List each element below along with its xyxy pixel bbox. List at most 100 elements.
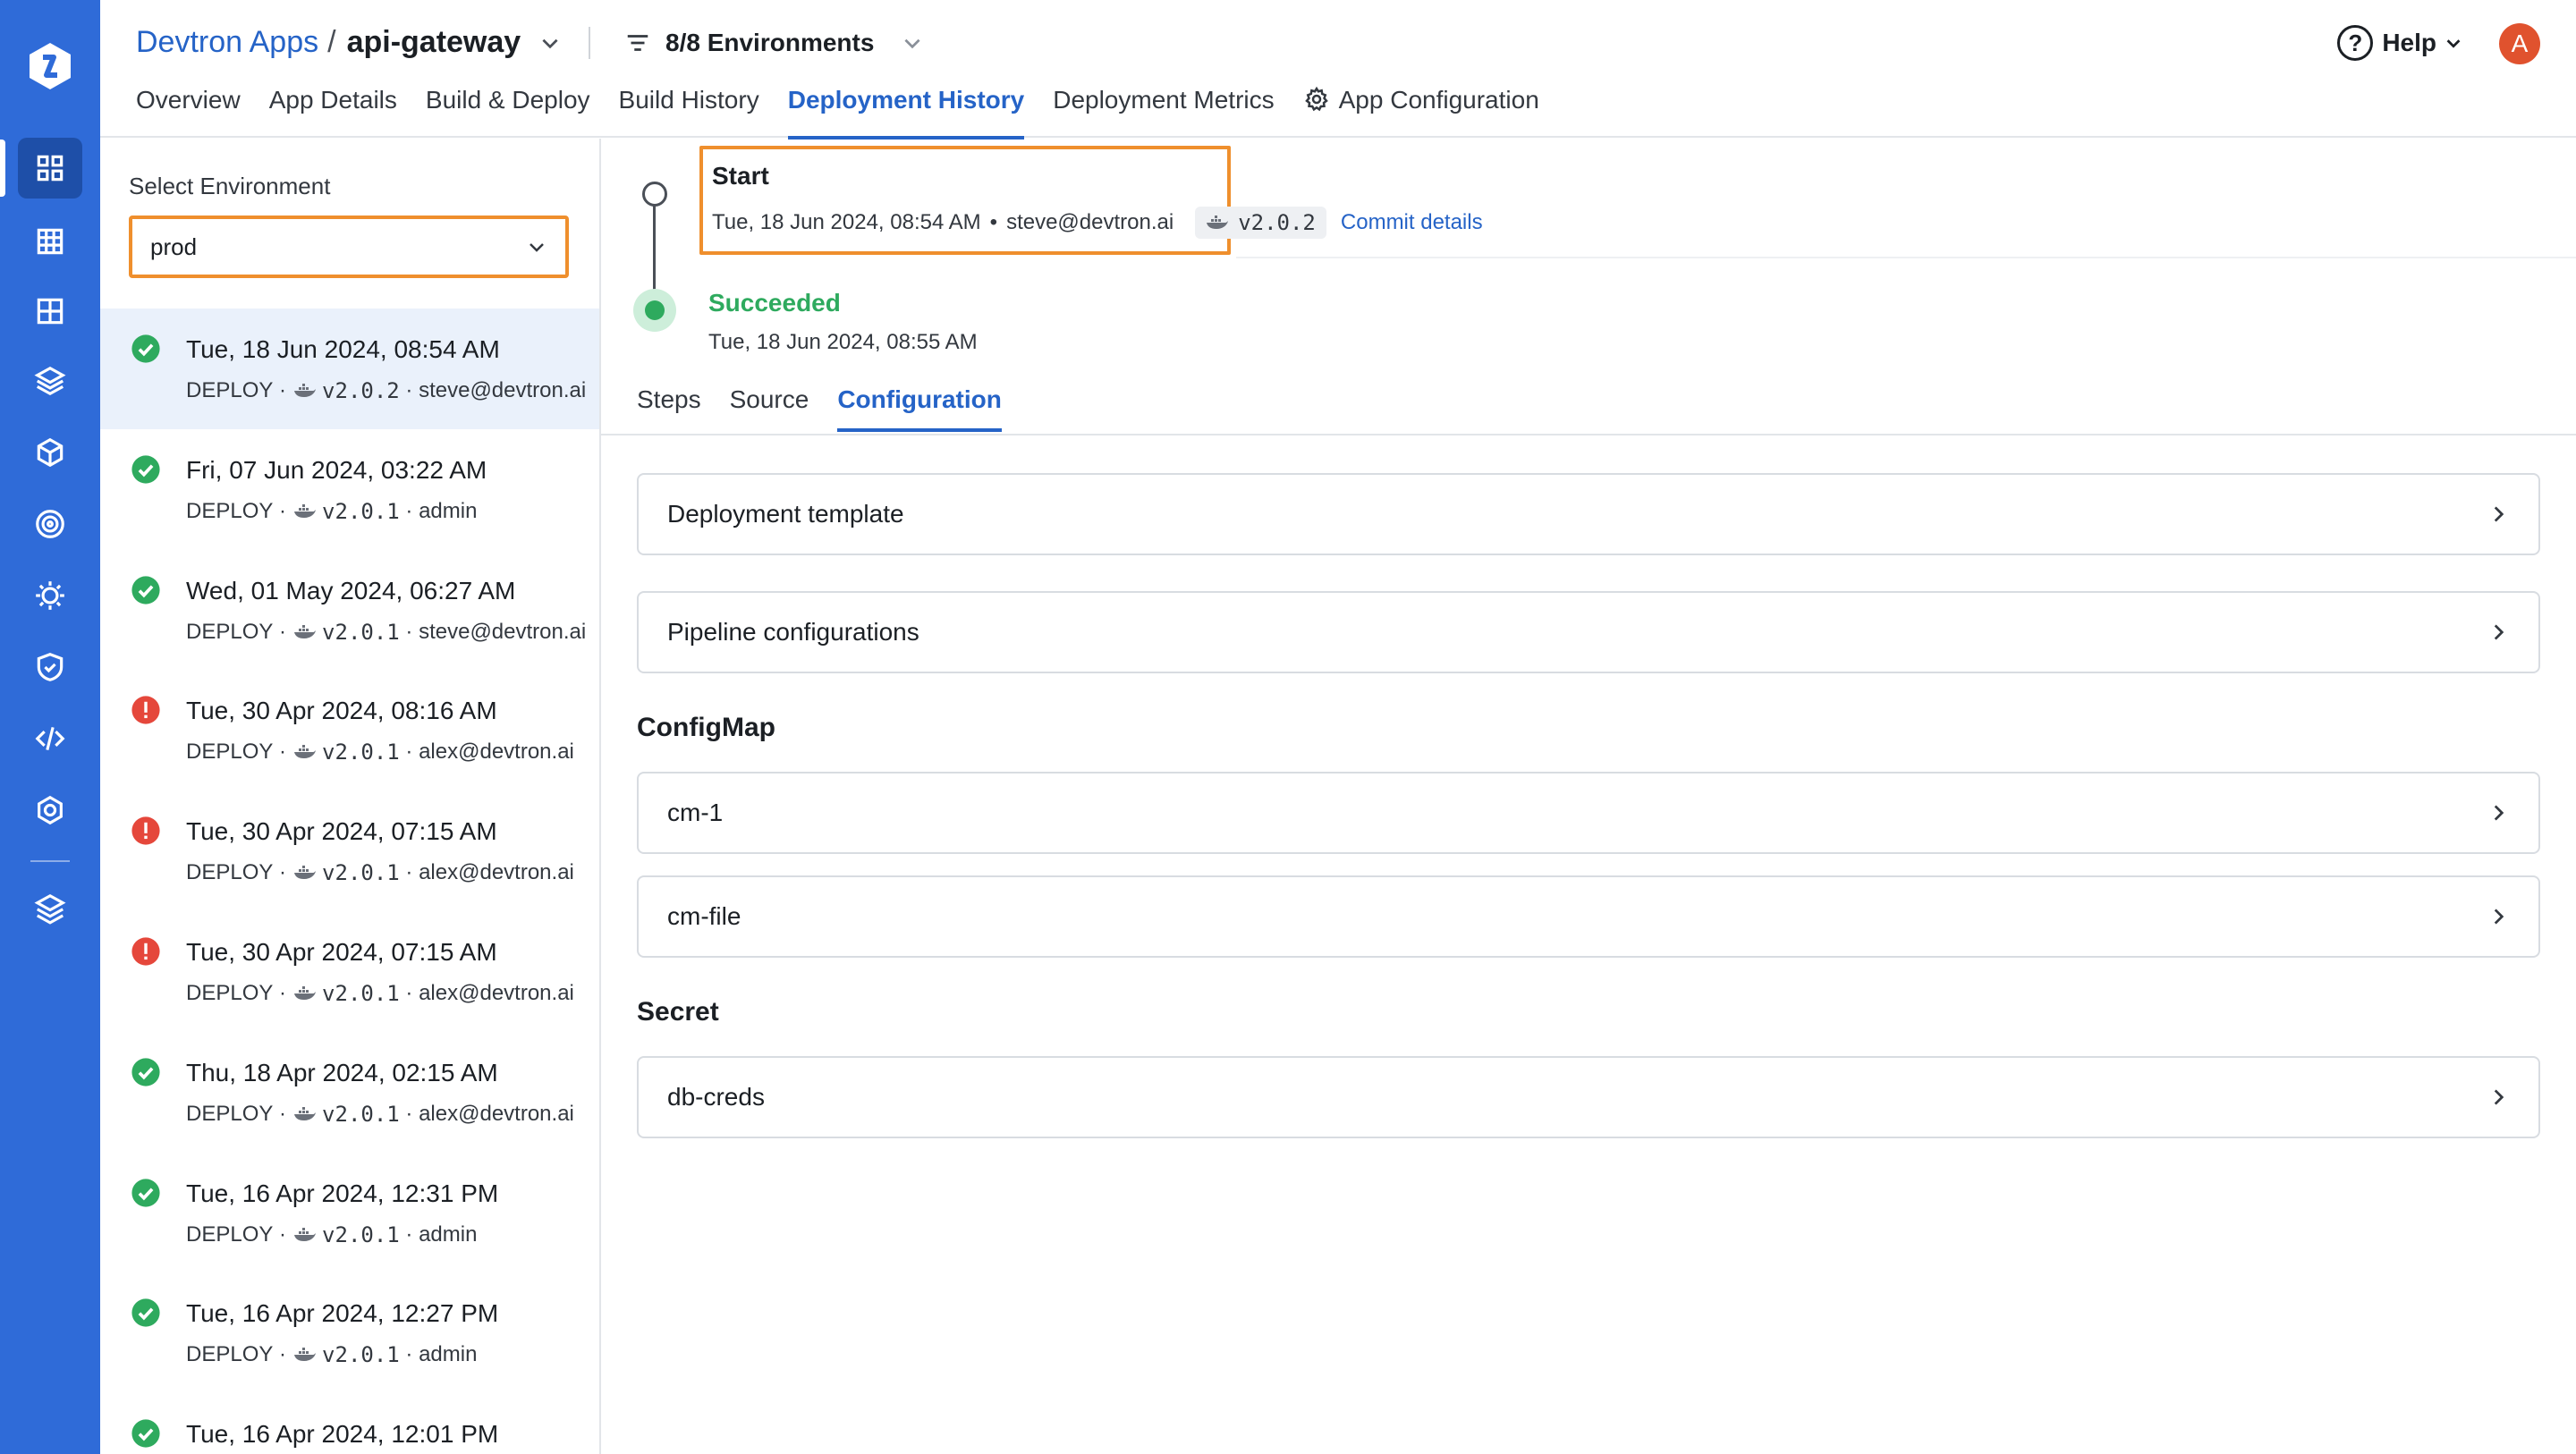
error-alert-icon [131, 816, 161, 846]
breadcrumb-app-group[interactable]: Devtron Apps [136, 25, 318, 60]
docker-icon [294, 745, 317, 759]
gear-icon [1304, 86, 1328, 112]
bug-icon[interactable] [27, 572, 73, 619]
tab-deployment-metrics[interactable]: Deployment Metrics [1053, 86, 1274, 138]
chevron-right-icon [2494, 506, 2504, 522]
meta-dot: · [399, 1222, 419, 1247]
deployment-datetime: Tue, 30 Apr 2024, 08:16 AM [186, 697, 497, 725]
secret-card[interactable]: db-creds [637, 1056, 2540, 1138]
tab-steps[interactable]: Steps [637, 385, 701, 432]
environment-select-value: prod [150, 232, 198, 260]
tab-deployment-history[interactable]: Deployment History [787, 86, 1024, 139]
tab-app-details[interactable]: App Details [269, 86, 397, 138]
commit-details-link[interactable]: Commit details [1341, 210, 1483, 235]
deployment-list-item[interactable]: Thu, 18 Apr 2024, 02:15 AM DEPLOY · v2.0.1… [100, 1032, 599, 1153]
image-tag: v2.0.1 [322, 1101, 400, 1127]
shield-icon[interactable] [27, 644, 73, 690]
meta-dot: · [273, 860, 287, 885]
tab-label: App Details [268, 86, 397, 114]
image-tag-chip: v2.0.2 [1195, 207, 1326, 239]
start-user: steve@devtron.ai [1006, 210, 1174, 234]
deployment-meta: DEPLOY · v2.0.1 · admin [186, 1222, 477, 1247]
header-divider [589, 27, 590, 59]
chevron-down-icon[interactable] [538, 31, 562, 55]
success-check-icon [131, 1418, 161, 1449]
deployment-list-item[interactable]: Tue, 30 Apr 2024, 07:15 AM DEPLOY · v2.0.1… [100, 911, 599, 1032]
timeline-line [653, 196, 656, 303]
environment-select[interactable]: prod [129, 216, 569, 278]
deployment-list-item[interactable]: Wed, 01 May 2024, 06:27 AM DEPLOY · v2.0.1… [100, 550, 599, 671]
environment-filter[interactable]: 8/8 Environments [624, 29, 924, 57]
applications-icon[interactable] [18, 138, 82, 199]
code-icon[interactable] [27, 715, 73, 762]
deployment-meta: DEPLOY · v2.0.1 · alex@devtron.ai [186, 1102, 574, 1127]
deployment-datetime: Tue, 16 Apr 2024, 12:31 PM [186, 1179, 499, 1207]
deployment-meta: DEPLOY · v2.0.2 · steve@devtron.ai [186, 378, 586, 403]
card-label: db-creds [667, 1083, 765, 1111]
settings-icon[interactable] [27, 787, 73, 833]
deployment-list-item[interactable]: Tue, 30 Apr 2024, 07:15 AM DEPLOY · v2.0.1… [100, 790, 599, 911]
start-time: Tue, 18 Jun 2024, 08:54 AM [712, 210, 981, 234]
deployment-user: admin [419, 1342, 478, 1367]
deployment-list-item[interactable]: Fri, 07 Jun 2024, 03:22 AM DEPLOY · v2.0.1… [100, 429, 599, 550]
avatar[interactable]: A [2499, 23, 2540, 64]
nav-divider [30, 860, 70, 862]
breadcrumb-app-name[interactable]: api-gateway [347, 25, 521, 60]
deployment-list-item[interactable]: Tue, 16 Apr 2024, 12:01 PMDEPLOY ·v2.0.1… [100, 1393, 599, 1454]
start-title: Start [712, 162, 769, 190]
error-alert-icon [131, 695, 161, 725]
deployment-meta: DEPLOY · v2.0.1 · alex@devtron.ai [186, 981, 574, 1006]
meta-dot: · [273, 980, 287, 1005]
deployment-type: DEPLOY [186, 1222, 274, 1247]
detail-tabs: Steps Source Configuration [637, 385, 1030, 432]
deployment-list-item[interactable]: Tue, 16 Apr 2024, 12:27 PM DEPLOY · v2.0.1… [100, 1272, 599, 1393]
deployment-type: DEPLOY [186, 378, 274, 402]
meta-dot: · [399, 1101, 419, 1126]
deployment-template-card[interactable]: Deployment template [637, 473, 2540, 555]
meta-dot: · [273, 1342, 287, 1367]
app-groups-icon[interactable] [27, 218, 73, 265]
tab-source[interactable]: Source [730, 385, 809, 432]
chart-store-icon[interactable] [27, 358, 73, 404]
meta-dot: · [399, 498, 419, 523]
target-icon[interactable] [27, 501, 73, 547]
deployment-type: DEPLOY [186, 1342, 274, 1367]
deployment-list-item[interactable]: Tue, 18 Jun 2024, 08:54 AM DEPLOY · v2.0.2… [100, 309, 599, 429]
pipeline-configurations-card[interactable]: Pipeline configurations [637, 591, 2540, 673]
deployment-user: alex@devtron.ai [419, 860, 574, 885]
deployment-user: steve@devtron.ai [419, 378, 587, 402]
deployment-type: DEPLOY [186, 498, 274, 523]
configmap-card[interactable]: cm-1 [637, 772, 2540, 854]
docker-icon [294, 503, 317, 518]
stack-icon[interactable] [27, 885, 73, 932]
success-check-icon [131, 1298, 161, 1328]
deployment-list-item[interactable]: Tue, 16 Apr 2024, 12:31 PM DEPLOY · v2.0.1… [100, 1153, 599, 1273]
timeline-success-dot [633, 289, 676, 332]
image-tag: v2.0.2 [322, 378, 400, 403]
tab-overview[interactable]: Overview [136, 86, 241, 138]
image-tag: v2.0.1 [322, 1222, 400, 1247]
chevron-right-icon [2494, 1089, 2504, 1105]
resource-browser-icon[interactable] [27, 288, 73, 334]
meta-dot: · [399, 980, 419, 1005]
tab-build-history[interactable]: Build History [619, 86, 759, 138]
docker-icon [294, 624, 317, 638]
devtron-logo-icon[interactable] [23, 39, 77, 93]
meta-dot: · [399, 378, 419, 402]
deployment-list-item[interactable]: Tue, 30 Apr 2024, 08:16 AM DEPLOY · v2.0.1… [100, 670, 599, 790]
tab-build-deploy[interactable]: Build & Deploy [426, 86, 590, 138]
secret-section-title: Secret [637, 997, 719, 1027]
tab-configuration[interactable]: Configuration [837, 385, 1002, 432]
cube-icon[interactable] [27, 429, 73, 476]
tab-label: App Configuration [1338, 86, 1539, 114]
configmap-card[interactable]: cm-file [637, 875, 2540, 958]
tab-app-configuration[interactable]: App Configuration [1303, 86, 1539, 138]
card-label: cm-file [667, 902, 741, 930]
help-menu[interactable]: ? Help [2337, 25, 2463, 61]
deployment-list: Tue, 18 Jun 2024, 08:54 AM DEPLOY · v2.0.2… [100, 309, 599, 1454]
deployment-type: DEPLOY [186, 619, 274, 644]
tab-label: Build History [618, 86, 759, 114]
chevron-right-icon [2494, 805, 2504, 821]
breadcrumb-separator: / [327, 25, 336, 59]
deployment-type: DEPLOY [186, 1101, 274, 1126]
